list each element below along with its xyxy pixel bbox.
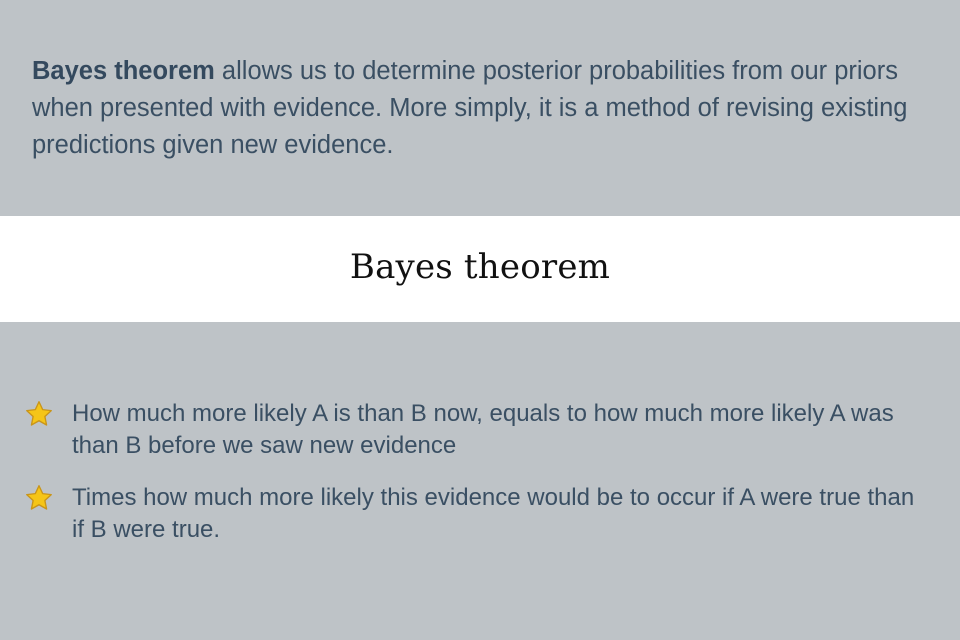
- intro-section: Bayes theorem allows us to determine pos…: [0, 0, 960, 216]
- star-icon: [26, 485, 52, 510]
- list-item: Times how much more likely this evidence…: [24, 482, 920, 546]
- star-icon: [26, 401, 52, 426]
- explanation-list: How much more likely A is than B now, eq…: [0, 322, 960, 640]
- intro-paragraph: Bayes theorem allows us to determine pos…: [32, 53, 928, 164]
- list-item-text: Times how much more likely this evidence…: [72, 484, 915, 543]
- list-item-text: How much more likely A is than B now, eq…: [72, 400, 894, 459]
- intro-term: Bayes theorem: [32, 57, 215, 85]
- list-item: How much more likely A is than B now, eq…: [24, 398, 920, 462]
- banner-title: Bayes theorem: [349, 247, 611, 287]
- formula-banner: Bayes theorem: [0, 216, 960, 322]
